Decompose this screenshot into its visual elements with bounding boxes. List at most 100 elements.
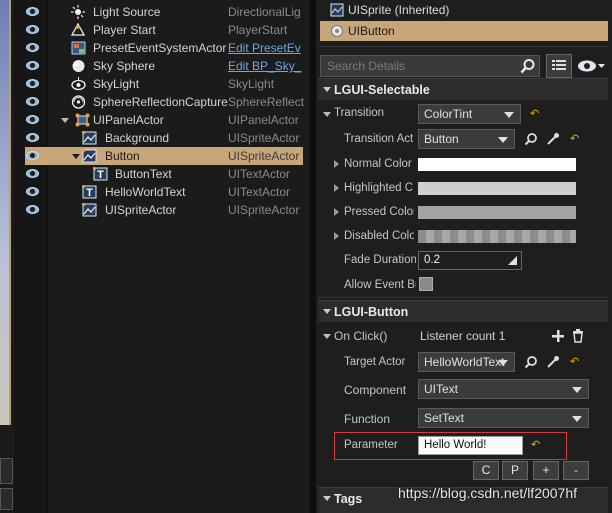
edit-blueprint-link[interactable]: Edit PresetEv — [228, 39, 308, 57]
add-plus-icon[interactable] — [552, 330, 564, 342]
row-type: UITextActor — [228, 185, 291, 199]
view-options-eye-icon[interactable] — [576, 56, 606, 76]
disabled-color-swatch[interactable] — [418, 230, 576, 243]
function-dropdown[interactable]: SetText — [418, 408, 589, 428]
property-matrix-button[interactable] — [546, 54, 572, 78]
outliner-row-player-start[interactable]: Player Start PlayerStart — [18, 21, 310, 39]
blueprint-icon — [71, 41, 86, 55]
expand-arrow-icon[interactable] — [61, 118, 69, 123]
outliner-row-ui-panel-actor[interactable]: UIPanelActor UIPanelActor — [18, 111, 310, 129]
dropdown-value: ColorTint — [424, 107, 473, 121]
expand-arrow-icon[interactable] — [334, 208, 339, 216]
paste-button[interactable]: P — [502, 461, 528, 480]
category-title: LGUI-Selectable — [334, 83, 430, 97]
expand-arrow-icon[interactable] — [323, 112, 331, 117]
component-dropdown[interactable]: UIText — [418, 379, 589, 399]
eyedropper-icon[interactable] — [546, 132, 560, 146]
expand-arrow-icon[interactable] — [334, 232, 339, 240]
trash-icon[interactable] — [572, 329, 584, 343]
search-icon — [520, 59, 535, 74]
eye-icon[interactable] — [26, 169, 39, 178]
normal-color-swatch[interactable] — [418, 158, 576, 171]
outliner-row-ui-sprite-actor[interactable]: UISpriteActor UISpriteActor — [18, 201, 310, 219]
collapse-arrow-icon[interactable] — [323, 87, 331, 92]
viewport-preview[interactable] — [0, 0, 11, 425]
category-lgui-button[interactable]: LGUI-Button — [318, 300, 608, 322]
row-label: Sky Sphere — [93, 59, 156, 73]
reset-to-default-icon[interactable]: ↶ — [570, 134, 580, 145]
outliner-row-background[interactable]: Background UISpriteActor — [18, 129, 310, 147]
field-value: 0.2 — [424, 254, 440, 266]
eye-icon[interactable] — [26, 133, 39, 142]
row-label: UISpriteActor — [105, 203, 177, 217]
viewport-control[interactable] — [0, 488, 13, 510]
row-type: DirectionalLig — [228, 5, 301, 19]
edit-blueprint-link[interactable]: Edit BP_Sky_ — [228, 57, 308, 75]
eye-icon[interactable] — [26, 187, 39, 196]
property-label: Pressed Color — [344, 206, 414, 218]
eye-icon[interactable] — [26, 97, 39, 106]
highlighted-color-swatch[interactable] — [418, 182, 576, 195]
viewport-control[interactable] — [0, 458, 13, 484]
eye-icon[interactable] — [26, 61, 39, 70]
collapse-arrow-icon[interactable] — [323, 496, 331, 501]
browse-search-icon[interactable] — [524, 132, 538, 146]
reset-to-default-icon[interactable]: ↶ — [530, 109, 540, 120]
expand-arrow-icon[interactable] — [334, 160, 339, 168]
outliner-row-sphere-reflection[interactable]: SphereReflectionCapture SphereReflect — [18, 93, 310, 111]
fade-duration-field[interactable]: 0.2 — [418, 251, 522, 270]
divider — [318, 46, 608, 47]
eyedropper-icon[interactable] — [546, 355, 560, 369]
outliner-row-sky-sphere[interactable]: Sky Sphere Edit BP_Sky_ — [18, 57, 310, 75]
reflection-icon — [71, 95, 86, 109]
eye-icon[interactable] — [26, 79, 39, 88]
pressed-color-swatch[interactable] — [418, 206, 576, 219]
target-actor-dropdown[interactable]: HelloWorldText — [418, 352, 515, 372]
browse-search-icon[interactable] — [524, 355, 538, 369]
outliner-row-button-text[interactable]: T ButtonText UITextActor — [18, 165, 310, 183]
reset-to-default-icon[interactable]: ↶ — [570, 357, 580, 368]
row-type: UIPanelActor — [228, 113, 299, 127]
component-ui-button-selected[interactable]: UIButton — [320, 21, 608, 41]
drag-resize-icon[interactable] — [508, 256, 517, 265]
search-details-input[interactable]: Search Details — [320, 55, 540, 77]
property-label: Transition Act — [344, 133, 414, 145]
outliner-row-skylight[interactable]: SkyLight SkyLight — [18, 75, 310, 93]
outliner-row-light-source[interactable]: Light Source DirectionalLig — [18, 3, 310, 21]
reset-to-default-icon[interactable]: ↶ — [531, 440, 541, 451]
eye-icon[interactable] — [26, 151, 39, 160]
outliner-row-button-selected[interactable]: Button UISpriteActor — [25, 147, 303, 165]
property-label: Highlighted C — [344, 182, 414, 194]
eye-icon[interactable] — [26, 7, 39, 16]
property-label: Target Actor — [344, 356, 406, 368]
eye-icon[interactable] — [26, 115, 39, 124]
outliner-row-preset-event-system[interactable]: PresetEventSystemActor Edit PresetEv — [18, 39, 310, 57]
row-label: Light Source — [93, 5, 161, 19]
eye-icon[interactable] — [26, 43, 39, 52]
sun-icon — [71, 5, 85, 19]
row-label: SphereReflectionCapture — [93, 95, 228, 109]
property-label: Transition — [334, 107, 385, 119]
expand-arrow-icon[interactable] — [334, 184, 339, 192]
add-listener-button[interactable]: + — [533, 461, 559, 480]
expand-arrow-icon[interactable] — [323, 334, 331, 339]
row-type: UITextActor — [228, 167, 291, 181]
collapse-arrow-icon[interactable] — [323, 309, 331, 314]
copy-button[interactable]: C — [473, 461, 499, 480]
allow-event-bubble-checkbox[interactable] — [419, 277, 433, 291]
component-ui-sprite-inherited[interactable]: UISprite (Inherited) — [320, 0, 608, 20]
outliner-row-hello-world-text[interactable]: T HelloWorldText UITextActor — [18, 183, 310, 201]
dropdown-value: UIText — [424, 382, 459, 396]
divider — [318, 297, 608, 298]
transition-dropdown[interactable]: ColorTint — [418, 104, 521, 124]
eye-icon[interactable] — [26, 205, 39, 214]
parameter-text-field[interactable]: Hello World! — [418, 436, 523, 455]
transition-actor-dropdown[interactable]: Button — [418, 129, 515, 149]
expand-arrow-icon[interactable] — [72, 154, 80, 159]
row-type: SkyLight — [228, 77, 275, 91]
eye-icon[interactable] — [26, 25, 39, 34]
chevron-down-icon — [572, 387, 582, 393]
remove-listener-button[interactable]: - — [563, 461, 589, 480]
category-lgui-selectable[interactable]: LGUI-Selectable — [318, 78, 608, 100]
property-label: Function — [344, 412, 391, 426]
